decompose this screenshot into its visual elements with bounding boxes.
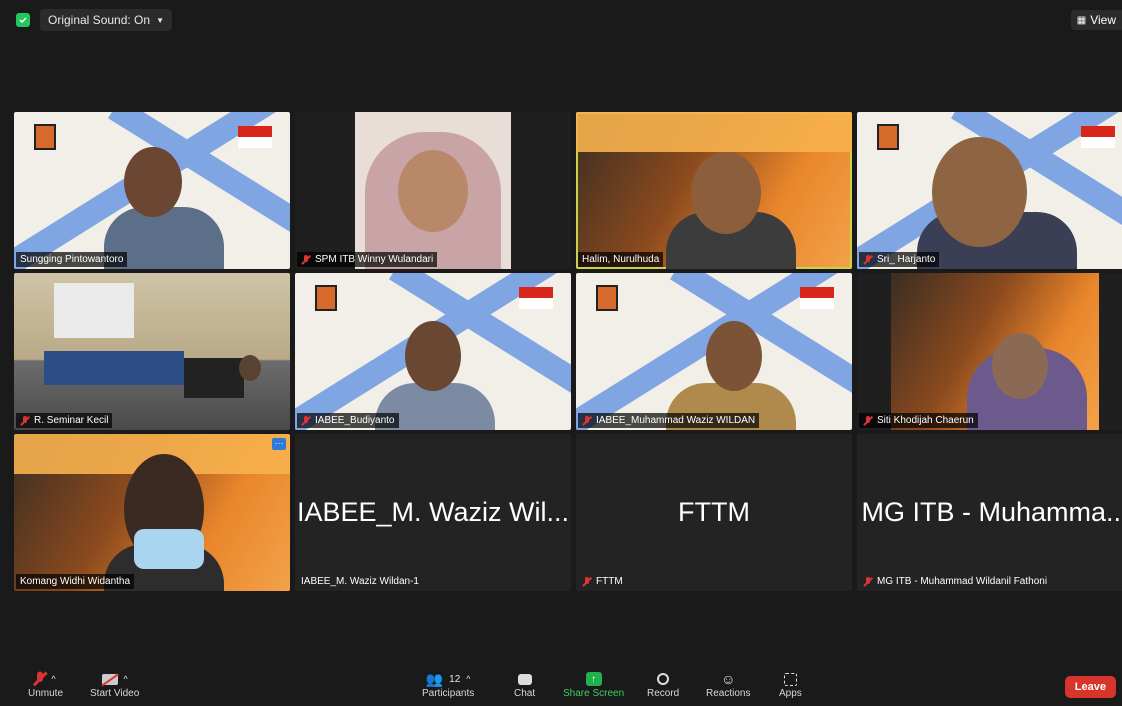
share-screen-button[interactable]: ↑ Share Screen <box>563 670 624 699</box>
video-tile[interactable]: Sungging Pintowantoro <box>14 112 290 269</box>
security-shield-icon[interactable] <box>16 13 30 27</box>
leave-button[interactable]: Leave <box>1064 676 1116 698</box>
participants-label: Participants <box>422 688 475 699</box>
video-tile[interactable]: Siti Khodijah Chaerun <box>857 273 1122 430</box>
participant-name: SPM ITB Winny Wulandari <box>297 252 438 267</box>
participant-name: IABEE_M. Waziz Wildan-1 <box>301 576 419 587</box>
view-label: View <box>1090 13 1116 27</box>
video-tile-no-video[interactable]: IABEE_M. Waziz Wil... IABEE_M. Waziz Wil… <box>295 434 571 591</box>
chevron-up-icon[interactable]: ^ <box>124 674 128 684</box>
video-tile[interactable]: IABEE_Muhammad Waziz WILDAN <box>576 273 852 430</box>
mic-muted-icon <box>301 254 311 265</box>
participant-name: Siti Khodijah Chaerun <box>859 413 978 428</box>
chat-button[interactable]: Chat <box>514 670 535 699</box>
reactions-icon: ☺ <box>721 671 736 687</box>
start-video-button[interactable]: ^ Start Video <box>90 670 139 699</box>
mic-muted-icon <box>863 415 873 426</box>
video-tile[interactable]: ··· Komang Widhi Widantha <box>14 434 290 591</box>
participant-name: Komang Widhi Widantha <box>16 574 135 589</box>
chevron-up-icon[interactable]: ^ <box>466 674 470 684</box>
participant-name: Sungging Pintowantoro <box>16 252 128 267</box>
chevron-up-icon[interactable]: ^ <box>51 674 55 684</box>
view-button[interactable]: ▦ View <box>1070 10 1122 30</box>
share-screen-label: Share Screen <box>563 688 625 699</box>
participants-count: 12 <box>449 673 461 685</box>
participants-icon: 👥 <box>425 670 444 687</box>
mic-muted-icon <box>582 576 592 587</box>
apps-button[interactable]: Apps <box>779 670 802 699</box>
chat-icon <box>517 673 532 685</box>
participant-name: Sri_ Harjanto <box>859 252 940 267</box>
microphone-muted-icon <box>33 671 48 687</box>
participant-display-name: MG ITB - Muhamma... <box>861 497 1122 527</box>
more-options-icon[interactable]: ··· <box>272 438 286 450</box>
mic-muted-icon <box>301 415 311 426</box>
chat-label: Chat <box>514 688 536 699</box>
chevron-down-icon: ▼ <box>156 15 164 25</box>
original-sound-label: Original Sound: On <box>48 13 151 27</box>
original-sound-toggle[interactable]: Original Sound: On ▼ <box>40 9 172 31</box>
participant-name: IABEE_Budiyanto <box>297 413 399 428</box>
reactions-button[interactable]: ☺ Reactions <box>706 670 750 699</box>
mic-muted-icon <box>863 254 873 265</box>
record-icon <box>657 673 670 685</box>
mic-muted-icon <box>582 415 592 426</box>
grid-view-icon: ▦ <box>1076 14 1087 26</box>
participant-name: R. Seminar Kecil <box>16 413 113 428</box>
video-tile-no-video[interactable]: MG ITB - Muhamma... MG ITB - Muhammad Wi… <box>857 434 1122 591</box>
record-label: Record <box>647 688 680 699</box>
video-tile[interactable]: SPM ITB Winny Wulandari <box>295 112 571 269</box>
video-tile[interactable]: R. Seminar Kecil <box>14 273 290 430</box>
video-tile-active-speaker[interactable]: Halim, Nurulhuda <box>576 112 852 269</box>
mic-muted-icon <box>20 415 30 426</box>
mic-muted-icon <box>863 576 873 587</box>
participant-name: MG ITB - Muhammad Wildanil Fathoni <box>859 574 1051 589</box>
apps-icon <box>783 672 797 686</box>
participant-name: FTTM <box>578 574 627 589</box>
video-off-icon <box>100 672 119 686</box>
meeting-toolbar: ^ Unmute ^ Start Video 👥 12 ^ Participants… <box>0 666 1122 706</box>
apps-label: Apps <box>779 688 802 699</box>
record-button[interactable]: Record <box>647 670 679 699</box>
unmute-label: Unmute <box>28 688 64 699</box>
participants-button[interactable]: 👥 12 ^ Participants <box>422 670 475 700</box>
video-tile[interactable]: Sri_ Harjanto <box>857 112 1122 269</box>
share-screen-icon: ↑ <box>585 672 602 686</box>
participant-name: IABEE_Muhammad Waziz WILDAN <box>578 413 760 428</box>
participant-name: Halim, Nurulhuda <box>578 252 664 267</box>
video-tile[interactable]: IABEE_Budiyanto <box>295 273 571 430</box>
top-bar: Original Sound: On ▼ <box>16 9 172 31</box>
start-video-label: Start Video <box>90 688 140 699</box>
unmute-button[interactable]: ^ Unmute <box>28 670 63 699</box>
reactions-label: Reactions <box>706 688 751 699</box>
video-tile-no-video[interactable]: FTTM FTTM <box>576 434 852 591</box>
participant-display-name: FTTM <box>678 497 750 527</box>
participant-display-name: IABEE_M. Waziz Wil... <box>296 497 570 527</box>
